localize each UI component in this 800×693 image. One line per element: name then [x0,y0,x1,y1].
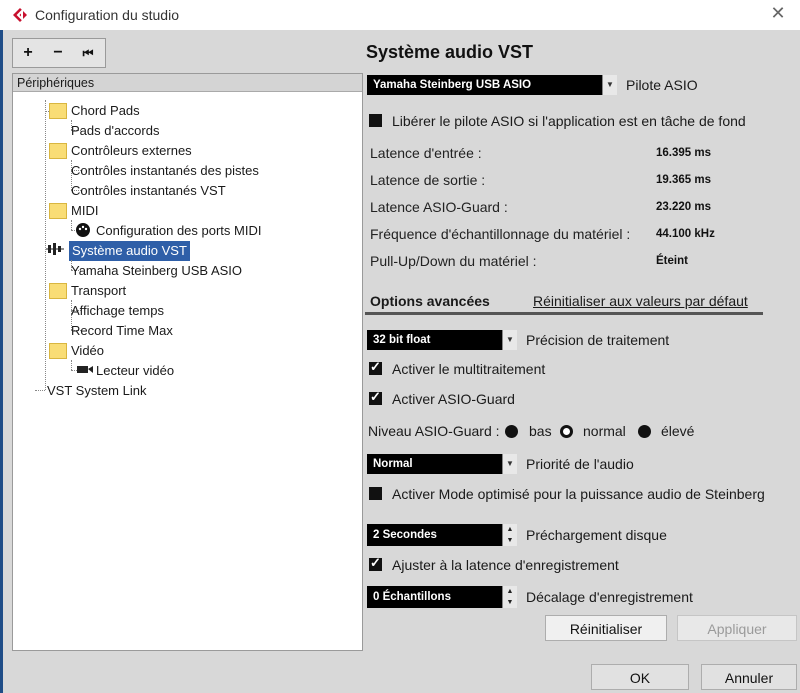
asio-guard-level-high-radio[interactable] [638,425,651,438]
record-offset-stepper[interactable]: 0 Échantillons ▲ ▼ [367,586,517,608]
steinberg-mode-checkbox[interactable] [369,487,382,500]
asio-guard-checkbox[interactable] [369,389,382,405]
precision-value: 32 bit float [373,334,431,346]
tree-item-pads-accords[interactable]: Pads d'accords [71,121,159,141]
asio-guard-level-high-label: élevé [661,423,695,439]
chevron-down-icon: ▼ [602,75,617,95]
reset-button[interactable]: Réinitialiser [545,615,667,641]
output-latency-label: Latence de sortie : [370,172,486,188]
folder-icon [49,283,67,299]
input-latency-value: 16.395 ms [656,147,711,159]
audio-priority-value: Normal [373,458,413,470]
tree-item-vst-system-link[interactable]: VST System Link [47,381,146,401]
device-tree-panel: Périphériques Chord Pads Pads d'accords … [12,73,363,651]
audio-priority-label: Priorité de l'audio [526,456,634,472]
pullup-value: Éteint [656,255,688,267]
release-driver-label: Libérer le pilote ASIO si l'application … [392,113,746,129]
multiprocessing-label: Activer le multitraitement [392,361,546,377]
tree-item-yamaha-asio[interactable]: Yamaha Steinberg USB ASIO [71,261,242,281]
input-latency-label: Latence d'entrée : [370,145,482,161]
apply-button[interactable]: Appliquer [677,615,797,641]
tree-item-transport[interactable]: Transport [71,281,126,301]
tree-item-video[interactable]: Vidéo [71,341,104,361]
disk-preload-label: Préchargement disque [526,527,667,543]
steinberg-mode-label: Activer Mode optimisé pour la puissance … [392,486,765,502]
window-title: Configuration du studio [35,7,179,23]
tree-item-video-player[interactable]: Lecteur vidéo [96,361,174,381]
asio-guard-level-low-label: bas [529,423,552,439]
reset-defaults-link[interactable]: Réinitialiser aux valeurs par défaut [533,293,748,309]
pullup-label: Pull-Up/Down du matériel : [370,253,537,269]
window-accent-bar [0,30,3,693]
tree-item-midi-port-setup[interactable]: Configuration des ports MIDI [96,221,261,241]
tree-connector [71,220,72,230]
disk-preload-value: 2 Secondes [373,529,437,541]
close-icon[interactable]: ✕ [768,3,788,24]
sample-rate-label: Fréquence d'échantillonnage du matériel … [370,226,631,242]
cubase-app-icon [13,8,27,22]
tree-item-time-display[interactable]: Affichage temps [71,301,164,321]
folder-icon [49,143,67,159]
asio-guard-latency-value: 23.220 ms [656,201,711,213]
video-player-icon [77,366,93,373]
record-offset-label: Décalage d'enregistrement [526,589,693,605]
vst-audio-system-icon [46,243,64,255]
stepper-arrows-icon[interactable]: ▲ ▼ [502,586,517,608]
asio-driver-value: Yamaha Steinberg USB ASIO [373,79,532,91]
folder-icon [49,203,67,219]
tree-connector [35,390,45,391]
asio-guard-level-normal-radio[interactable] [560,425,573,438]
precision-label: Précision de traitement [526,332,670,348]
title-bar: Configuration du studio ✕ [0,0,800,30]
tree-item-external-controllers[interactable]: Contrôleurs externes [71,141,192,161]
midi-port-icon [76,223,90,237]
precision-select[interactable]: 32 bit float ▼ [367,330,517,350]
tree-connector [71,360,72,370]
disk-preload-stepper[interactable]: 2 Secondes ▲ ▼ [367,524,517,546]
add-device-button[interactable]: + [13,39,43,67]
chevron-down-icon: ▼ [502,330,517,350]
tree-item-vst-audio-system[interactable]: Système audio VST [69,241,190,261]
sample-rate-value: 44.100 kHz [656,228,715,240]
record-offset-value: 0 Échantillons [373,591,451,603]
adjust-latency-checkbox[interactable] [369,555,382,571]
asio-guard-latency-label: Latence ASIO-Guard : [370,199,508,215]
asio-guard-level-normal-label: normal [583,423,626,439]
tree-item-vst-quick-controls[interactable]: Contrôles instantanés VST [71,181,226,201]
reset-device-button[interactable]: ⏮ [73,39,103,67]
advanced-options-title: Options avancées [370,293,490,309]
tree-item-chord-pads[interactable]: Chord Pads [71,101,140,121]
tree-item-track-quick-controls[interactable]: Contrôles instantanés des pistes [71,161,259,181]
cancel-button[interactable]: Annuler [701,664,797,690]
adjust-latency-label: Ajuster à la latence d'enregistrement [392,557,619,573]
multiprocessing-checkbox[interactable] [369,359,382,375]
release-driver-checkbox[interactable] [369,114,382,127]
output-latency-value: 19.365 ms [656,174,711,186]
chevron-down-icon: ▼ [502,454,517,474]
ok-button[interactable]: OK [591,664,689,690]
remove-device-button[interactable]: − [43,39,73,67]
asio-guard-level-label: Niveau ASIO-Guard : [368,423,500,439]
asio-driver-select[interactable]: Yamaha Steinberg USB ASIO ▼ [367,75,617,95]
stepper-arrows-icon[interactable]: ▲ ▼ [502,524,517,546]
page-title: Système audio VST [366,42,534,62]
folder-icon [49,343,67,359]
tree-item-midi[interactable]: MIDI [71,201,98,221]
audio-priority-select[interactable]: Normal ▼ [367,454,517,474]
asio-driver-label: Pilote ASIO [626,77,698,93]
tree-item-record-time-max[interactable]: Record Time Max [71,321,173,341]
device-toolbar: + − ⏮ [12,38,106,68]
folder-icon [49,103,67,119]
tree-header: Périphériques [13,74,362,92]
asio-guard-label: Activer ASIO-Guard [392,391,515,407]
asio-guard-level-low-radio[interactable] [505,425,518,438]
